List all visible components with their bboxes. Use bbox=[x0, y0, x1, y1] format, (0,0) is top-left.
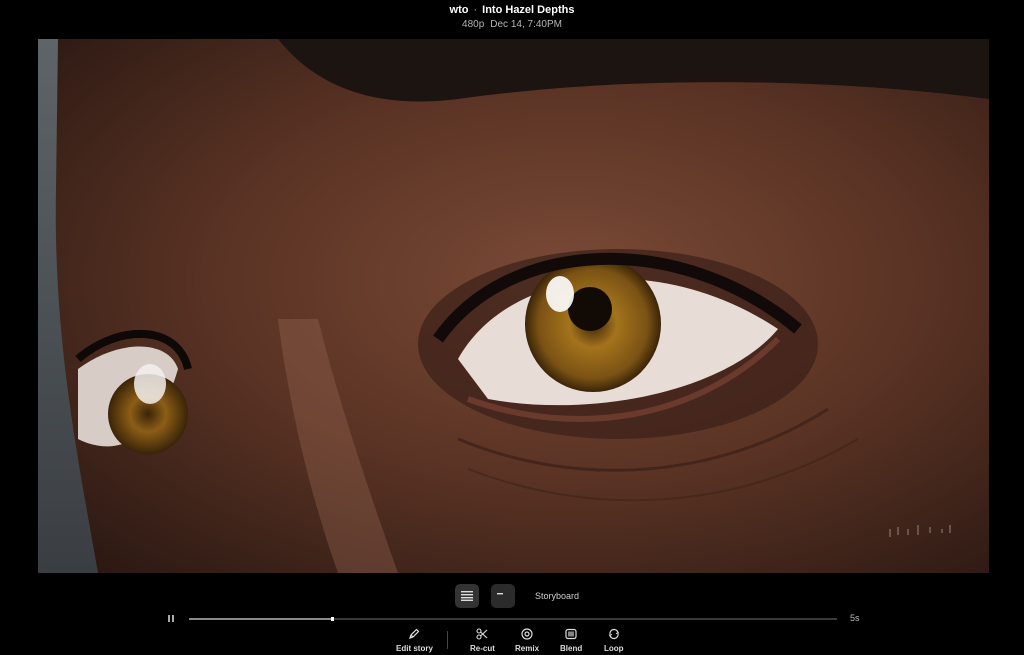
title-line: wto · Into Hazel Depths bbox=[0, 3, 1024, 17]
storyboard-icon bbox=[497, 593, 503, 595]
meta-line: 480p Dec 14, 7:40PM bbox=[0, 18, 1024, 31]
action-bar: Edit story Re-cut Remix Blend Loop bbox=[0, 627, 1024, 655]
video-player[interactable] bbox=[38, 39, 989, 573]
resolution-label: 480p bbox=[462, 19, 485, 30]
loop-label: Loop bbox=[604, 644, 624, 653]
blend-label: Blend bbox=[560, 644, 583, 653]
re-cut-button[interactable]: Re-cut bbox=[470, 627, 495, 653]
timeline: 5s bbox=[166, 612, 866, 626]
list-icon bbox=[461, 591, 473, 601]
video-frame bbox=[38, 39, 989, 573]
date-label: Dec 14, 7:40PM bbox=[490, 19, 562, 30]
loop-button[interactable]: Loop bbox=[604, 627, 624, 653]
re-cut-label: Re-cut bbox=[470, 644, 495, 653]
username[interactable]: wto bbox=[450, 4, 469, 16]
action-divider bbox=[447, 631, 448, 649]
title-separator: · bbox=[473, 4, 478, 16]
storyboard-view-button[interactable] bbox=[491, 584, 515, 608]
video-title: Into Hazel Depths bbox=[482, 4, 575, 16]
pencil-icon bbox=[407, 627, 421, 641]
progress-fill bbox=[189, 618, 332, 620]
view-toggle: Storyboard bbox=[455, 584, 579, 608]
duration-label: 5s bbox=[850, 613, 860, 623]
edit-story-button[interactable]: Edit story bbox=[396, 627, 433, 653]
remix-icon bbox=[520, 627, 534, 641]
remix-button[interactable]: Remix bbox=[515, 627, 539, 653]
scissors-icon bbox=[475, 627, 489, 641]
edit-story-label: Edit story bbox=[396, 644, 433, 653]
pause-button[interactable] bbox=[166, 614, 176, 624]
blend-icon bbox=[564, 627, 578, 641]
blend-button[interactable]: Blend bbox=[560, 627, 582, 653]
list-view-button[interactable] bbox=[455, 584, 479, 608]
video-header: wto · Into Hazel Depths 480p Dec 14, 7:40PM bbox=[0, 3, 1024, 31]
playhead[interactable] bbox=[330, 617, 334, 621]
loop-icon bbox=[607, 627, 621, 641]
progress-track[interactable] bbox=[189, 617, 837, 621]
remix-label: Remix bbox=[515, 644, 540, 653]
storyboard-label[interactable]: Storyboard bbox=[535, 591, 579, 601]
pause-icon bbox=[168, 615, 170, 622]
